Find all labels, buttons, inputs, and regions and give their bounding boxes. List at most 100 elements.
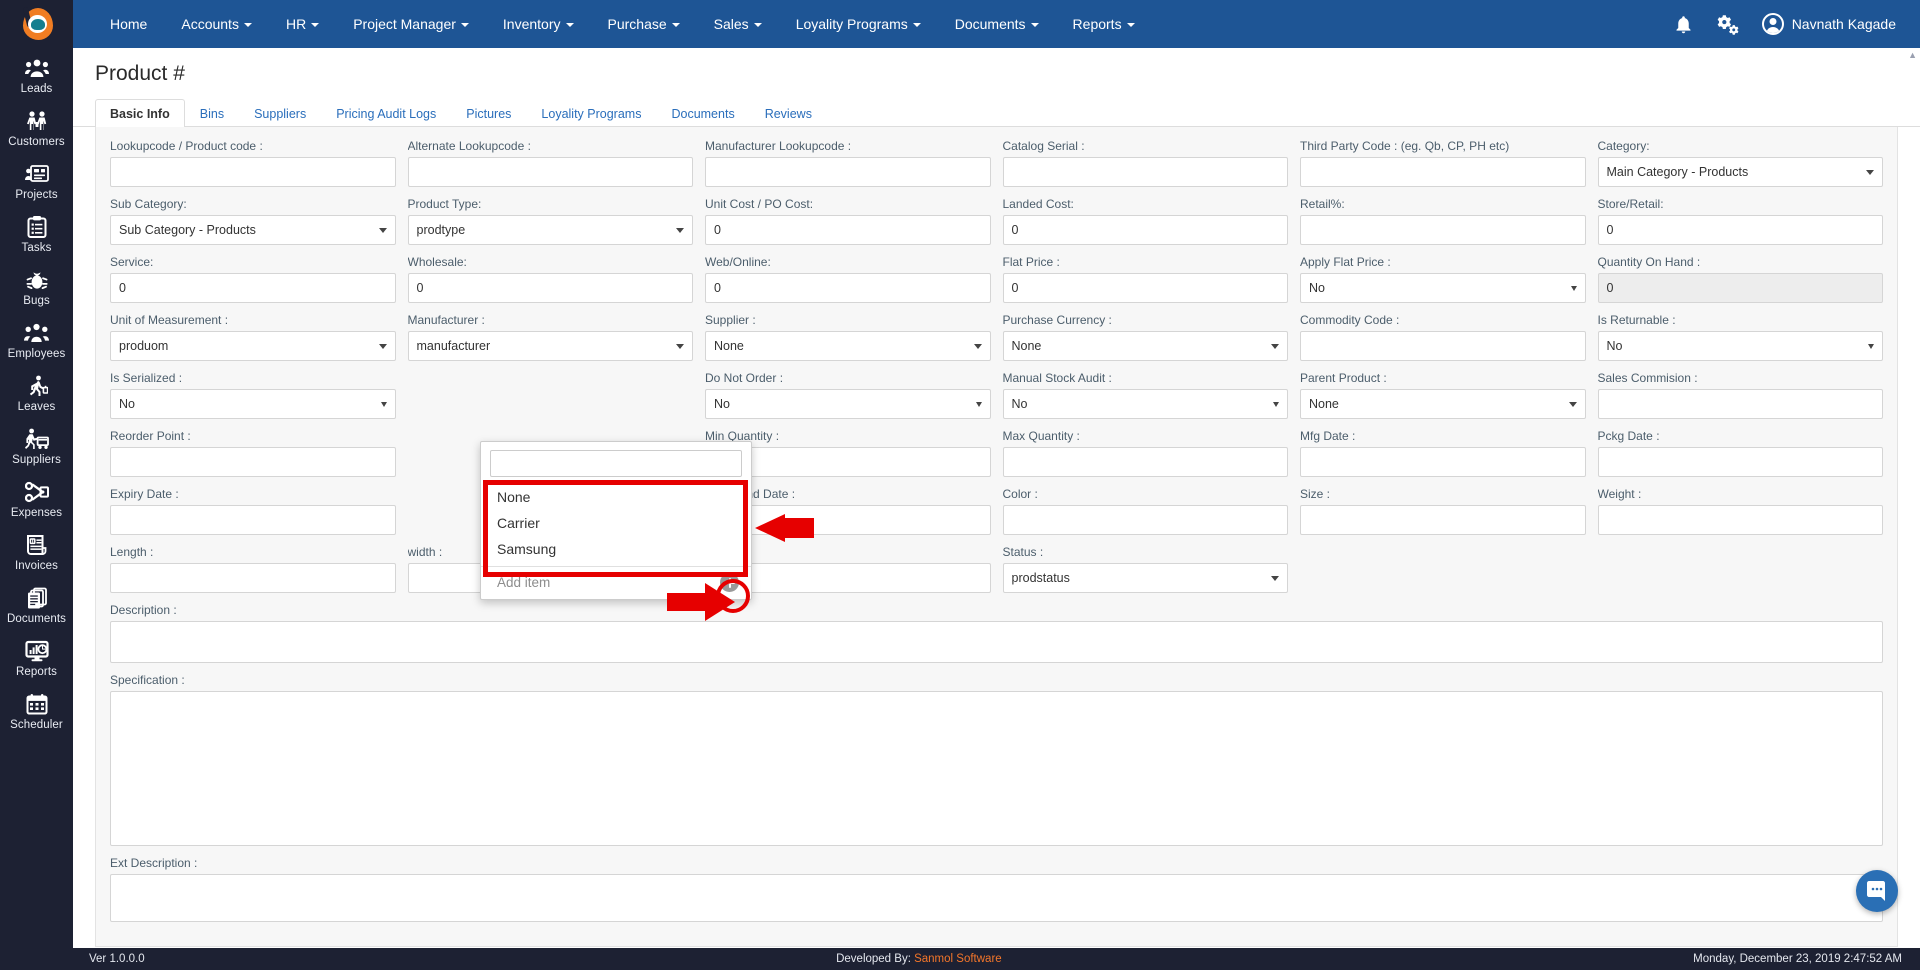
nav-item-documents[interactable]: Documents xyxy=(938,0,1056,48)
sidebar-item-leads[interactable]: Leads xyxy=(0,48,73,101)
add-item-label[interactable]: Add item xyxy=(497,575,550,590)
app-logo[interactable] xyxy=(0,0,73,48)
dropdown-footer: Add item xyxy=(481,566,751,599)
input-third-party-code[interactable] xyxy=(1300,157,1586,187)
dropdown-option-samsung[interactable]: Samsung xyxy=(481,536,751,562)
input-catalog-serial[interactable] xyxy=(1002,157,1288,187)
nav-item-accounts[interactable]: Accounts xyxy=(164,0,269,48)
chevron-down-icon xyxy=(378,228,387,233)
field-label: Mfg Date : xyxy=(1300,429,1356,443)
input-sales-commision[interactable] xyxy=(1597,389,1883,419)
field-label: Max Quantity : xyxy=(1002,429,1080,443)
sidebar-item-suppliers[interactable]: Suppliers xyxy=(0,419,73,472)
select-is-serialized[interactable]: No xyxy=(110,389,396,419)
nav-item-purchase[interactable]: Purchase xyxy=(591,0,697,48)
dropdown-option-none[interactable]: None xyxy=(481,484,751,510)
input-length[interactable] xyxy=(110,563,396,593)
sidebar-item-invoices[interactable]: Invoices xyxy=(0,525,73,578)
select-do-not-order[interactable]: No xyxy=(705,389,991,419)
nav-item-sales[interactable]: Sales xyxy=(697,0,779,48)
description-input[interactable] xyxy=(110,621,1883,663)
sidebar-item-scheduler[interactable]: Scheduler xyxy=(0,684,73,737)
sidebar-item-tasks[interactable]: Tasks xyxy=(0,207,73,260)
nav-item-reports[interactable]: Reports xyxy=(1056,0,1152,48)
sidebar-item-employees[interactable]: Employees xyxy=(0,313,73,366)
input-mfg-date[interactable] xyxy=(1300,447,1586,477)
dropdown-search-input[interactable] xyxy=(490,450,742,477)
select-manual-stock-audit[interactable]: No xyxy=(1002,389,1288,419)
plus-circle-icon[interactable] xyxy=(720,573,739,592)
input-pckg-date[interactable] xyxy=(1597,447,1883,477)
input-size[interactable] xyxy=(1300,505,1586,535)
field-max-quantity: Max Quantity : xyxy=(1002,426,1288,484)
input-quantity-on-hand[interactable] xyxy=(1597,273,1883,303)
chat-bubble-icon[interactable] xyxy=(1856,870,1898,912)
gears-icon[interactable] xyxy=(1716,13,1740,35)
tab-basic-info[interactable]: Basic Info xyxy=(95,99,185,127)
dropdown-option-carrier[interactable]: Carrier xyxy=(481,510,751,536)
field-alternate-lookupcode: Alternate Lookupcode : xyxy=(407,136,693,194)
manufacturer-dropdown-panel[interactable]: None Carrier Samsung Add item xyxy=(480,441,752,600)
input-lookupcode-product-code[interactable] xyxy=(110,157,396,187)
input-color[interactable] xyxy=(1002,505,1288,535)
tab-pictures[interactable]: Pictures xyxy=(451,99,526,127)
specification-field: Specification : xyxy=(96,670,1897,853)
input-landed-cost[interactable] xyxy=(1002,215,1288,245)
sidebar-item-documents[interactable]: Documents xyxy=(0,578,73,631)
tab-bins[interactable]: Bins xyxy=(185,99,239,127)
input-reorder-point[interactable] xyxy=(110,447,396,477)
sidebar-item-bugs[interactable]: Bugs xyxy=(0,260,73,313)
select-purchase-currency[interactable]: None xyxy=(1002,331,1288,361)
nav-item-project-manager[interactable]: Project Manager xyxy=(336,0,486,48)
tab-suppliers[interactable]: Suppliers xyxy=(239,99,321,127)
ext-description-input[interactable] xyxy=(110,874,1883,922)
field-label: Commodity Code : xyxy=(1300,313,1400,327)
sidebar-item-projects[interactable]: Projects xyxy=(0,154,73,207)
input-weight[interactable] xyxy=(1597,505,1883,535)
nav-item-loyality-programs[interactable]: Loyality Programs xyxy=(779,0,938,48)
input-wholesale[interactable] xyxy=(407,273,693,303)
sidebar-item-label: Leads xyxy=(20,83,53,95)
tab-loyality-programs[interactable]: Loyality Programs xyxy=(526,99,656,127)
nav-item-home[interactable]: Home xyxy=(93,0,164,48)
input-web-online[interactable] xyxy=(705,273,991,303)
select-unit-of-measurement[interactable]: produom xyxy=(110,331,396,361)
select-manufacturer[interactable]: manufacturer xyxy=(407,331,693,361)
input-manufacturer-lookupcode[interactable] xyxy=(705,157,991,187)
sidebar-item-customers[interactable]: Customers xyxy=(0,101,73,154)
select-category[interactable]: Main Category - Products xyxy=(1597,157,1883,187)
select-sub-category[interactable]: Sub Category - Products xyxy=(110,215,396,245)
input-flat-price[interactable] xyxy=(1002,273,1288,303)
field-label: Manual Stock Audit : xyxy=(1002,371,1112,385)
input-commodity-code[interactable] xyxy=(1300,331,1586,361)
select-is-returnable[interactable]: No xyxy=(1597,331,1883,361)
user-menu[interactable]: Navnath Kagade xyxy=(1761,13,1896,35)
nav-item-hr[interactable]: HR xyxy=(269,0,336,48)
scrollbar-up-arrow[interactable]: ▲ xyxy=(1908,50,1917,60)
nav-item-inventory[interactable]: Inventory xyxy=(486,0,591,48)
input-retail-percent[interactable] xyxy=(1300,215,1586,245)
input-store-retail[interactable] xyxy=(1597,215,1883,245)
select-product-type[interactable]: prodtype xyxy=(407,215,693,245)
tab-label: Bins xyxy=(199,107,225,121)
footer-developer-link[interactable]: Sanmol Software xyxy=(914,953,1002,965)
select-supplier[interactable]: None xyxy=(705,331,991,361)
input-expiry-date[interactable] xyxy=(110,505,396,535)
specification-input[interactable] xyxy=(110,691,1883,846)
select-status[interactable]: prodstatus xyxy=(1002,563,1288,593)
tab-pricing-audit-logs[interactable]: Pricing Audit Logs xyxy=(321,99,451,127)
select-apply-flat-price[interactable]: No xyxy=(1300,273,1586,303)
select-parent-product[interactable]: None xyxy=(1300,389,1586,419)
input-max-quantity[interactable] xyxy=(1002,447,1288,477)
input-alternate-lookupcode[interactable] xyxy=(407,157,693,187)
footer-developed-by-label: Developed By: xyxy=(836,953,911,965)
input-service[interactable] xyxy=(110,273,396,303)
sidebar-item-reports[interactable]: Reports xyxy=(0,631,73,684)
bell-icon[interactable] xyxy=(1673,14,1694,35)
input-unit-cost-po-cost[interactable] xyxy=(705,215,991,245)
sidebar-item-expenses[interactable]: Expenses xyxy=(0,472,73,525)
ebizframe-logo-icon xyxy=(19,6,55,42)
tab-reviews[interactable]: Reviews xyxy=(750,99,827,127)
sidebar-item-leaves[interactable]: Leaves xyxy=(0,366,73,419)
tab-documents[interactable]: Documents xyxy=(656,99,749,127)
